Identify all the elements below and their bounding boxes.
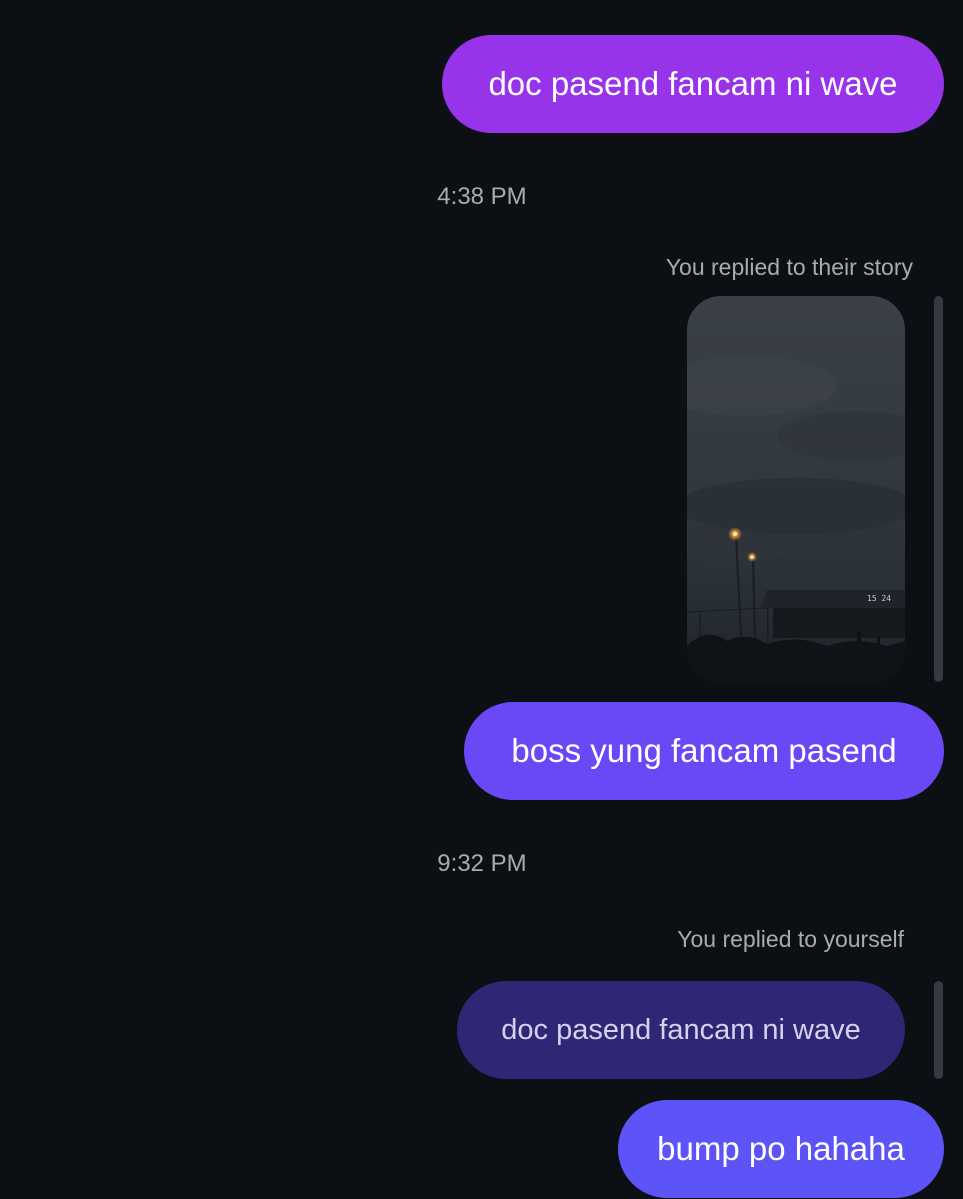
story-reply-label: You replied to their story <box>665 254 913 280</box>
timestamp: 9:32 PM <box>437 850 527 877</box>
reply-indicator-bar <box>934 981 943 1079</box>
sent-message-bubble[interactable]: doc pasend fancam ni wave <box>442 35 944 133</box>
self-reply-label: You replied to yourself <box>677 926 904 952</box>
sent-message-bubble[interactable]: boss yung fancam pasend <box>464 702 944 800</box>
message-text: doc pasend fancam ni wave <box>488 65 898 102</box>
reply-indicator-bar <box>934 296 943 682</box>
timestamp: 4:38 PM <box>437 183 527 210</box>
message-text: bump po hahaha <box>657 1130 905 1167</box>
message-text: boss yung fancam pasend <box>511 732 897 769</box>
quoted-message-text: doc pasend fancam ni wave <box>501 1013 861 1046</box>
chat-thread: doc pasend fancam ni wave 4:38 PM You re… <box>0 0 963 1199</box>
story-thumbnail[interactable]: 15 24 <box>687 296 905 682</box>
thumbnail-stamp: 15 24 <box>867 594 891 603</box>
quoted-message-bubble[interactable]: doc pasend fancam ni wave <box>457 981 905 1079</box>
sent-message-bubble[interactable]: bump po hahaha <box>618 1100 944 1198</box>
